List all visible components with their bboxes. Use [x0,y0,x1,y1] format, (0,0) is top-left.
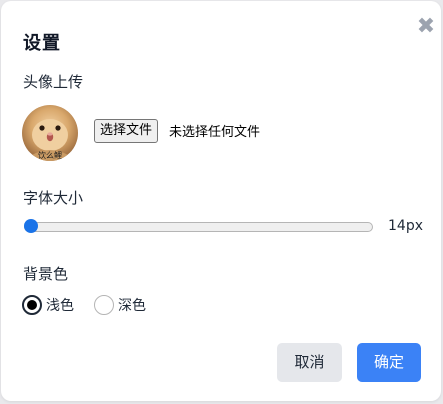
avatar-image: 饮么鲤 [22,105,78,161]
file-status-text: 未选择任何文件 [169,125,261,140]
choose-file-button[interactable]: 选择文件 [94,119,159,143]
cancel-button[interactable]: 取消 [277,343,342,382]
background-color-label: 背景色 [23,265,69,283]
font-size-label: 字体大小 [23,189,84,207]
radio-light-dot[interactable] [22,295,42,315]
font-size-value: 14px [388,218,423,234]
radio-light-label: 浅色 [46,298,74,314]
font-size-slider-track[interactable] [24,222,373,232]
radio-dark[interactable]: 深色 [94,295,146,315]
radio-dark-dot[interactable] [94,295,114,315]
dialog-title: 设置 [23,33,61,54]
avatar-caption: 饮么鲤 [38,150,62,160]
close-icon[interactable]: ✖ [416,16,436,38]
radio-dark-label: 深色 [118,298,146,314]
avatar: 饮么鲤 [22,105,78,161]
radio-light[interactable]: 浅色 [22,295,74,315]
settings-dialog: 设置 ✖ 头像上传 饮么鲤 选择文件 未选择任何文件 字体大小 14px 背景色… [1,1,441,401]
font-size-slider-thumb[interactable] [24,219,38,233]
avatar-upload-label: 头像上传 [23,73,84,91]
ok-button[interactable]: 确定 [357,343,421,382]
